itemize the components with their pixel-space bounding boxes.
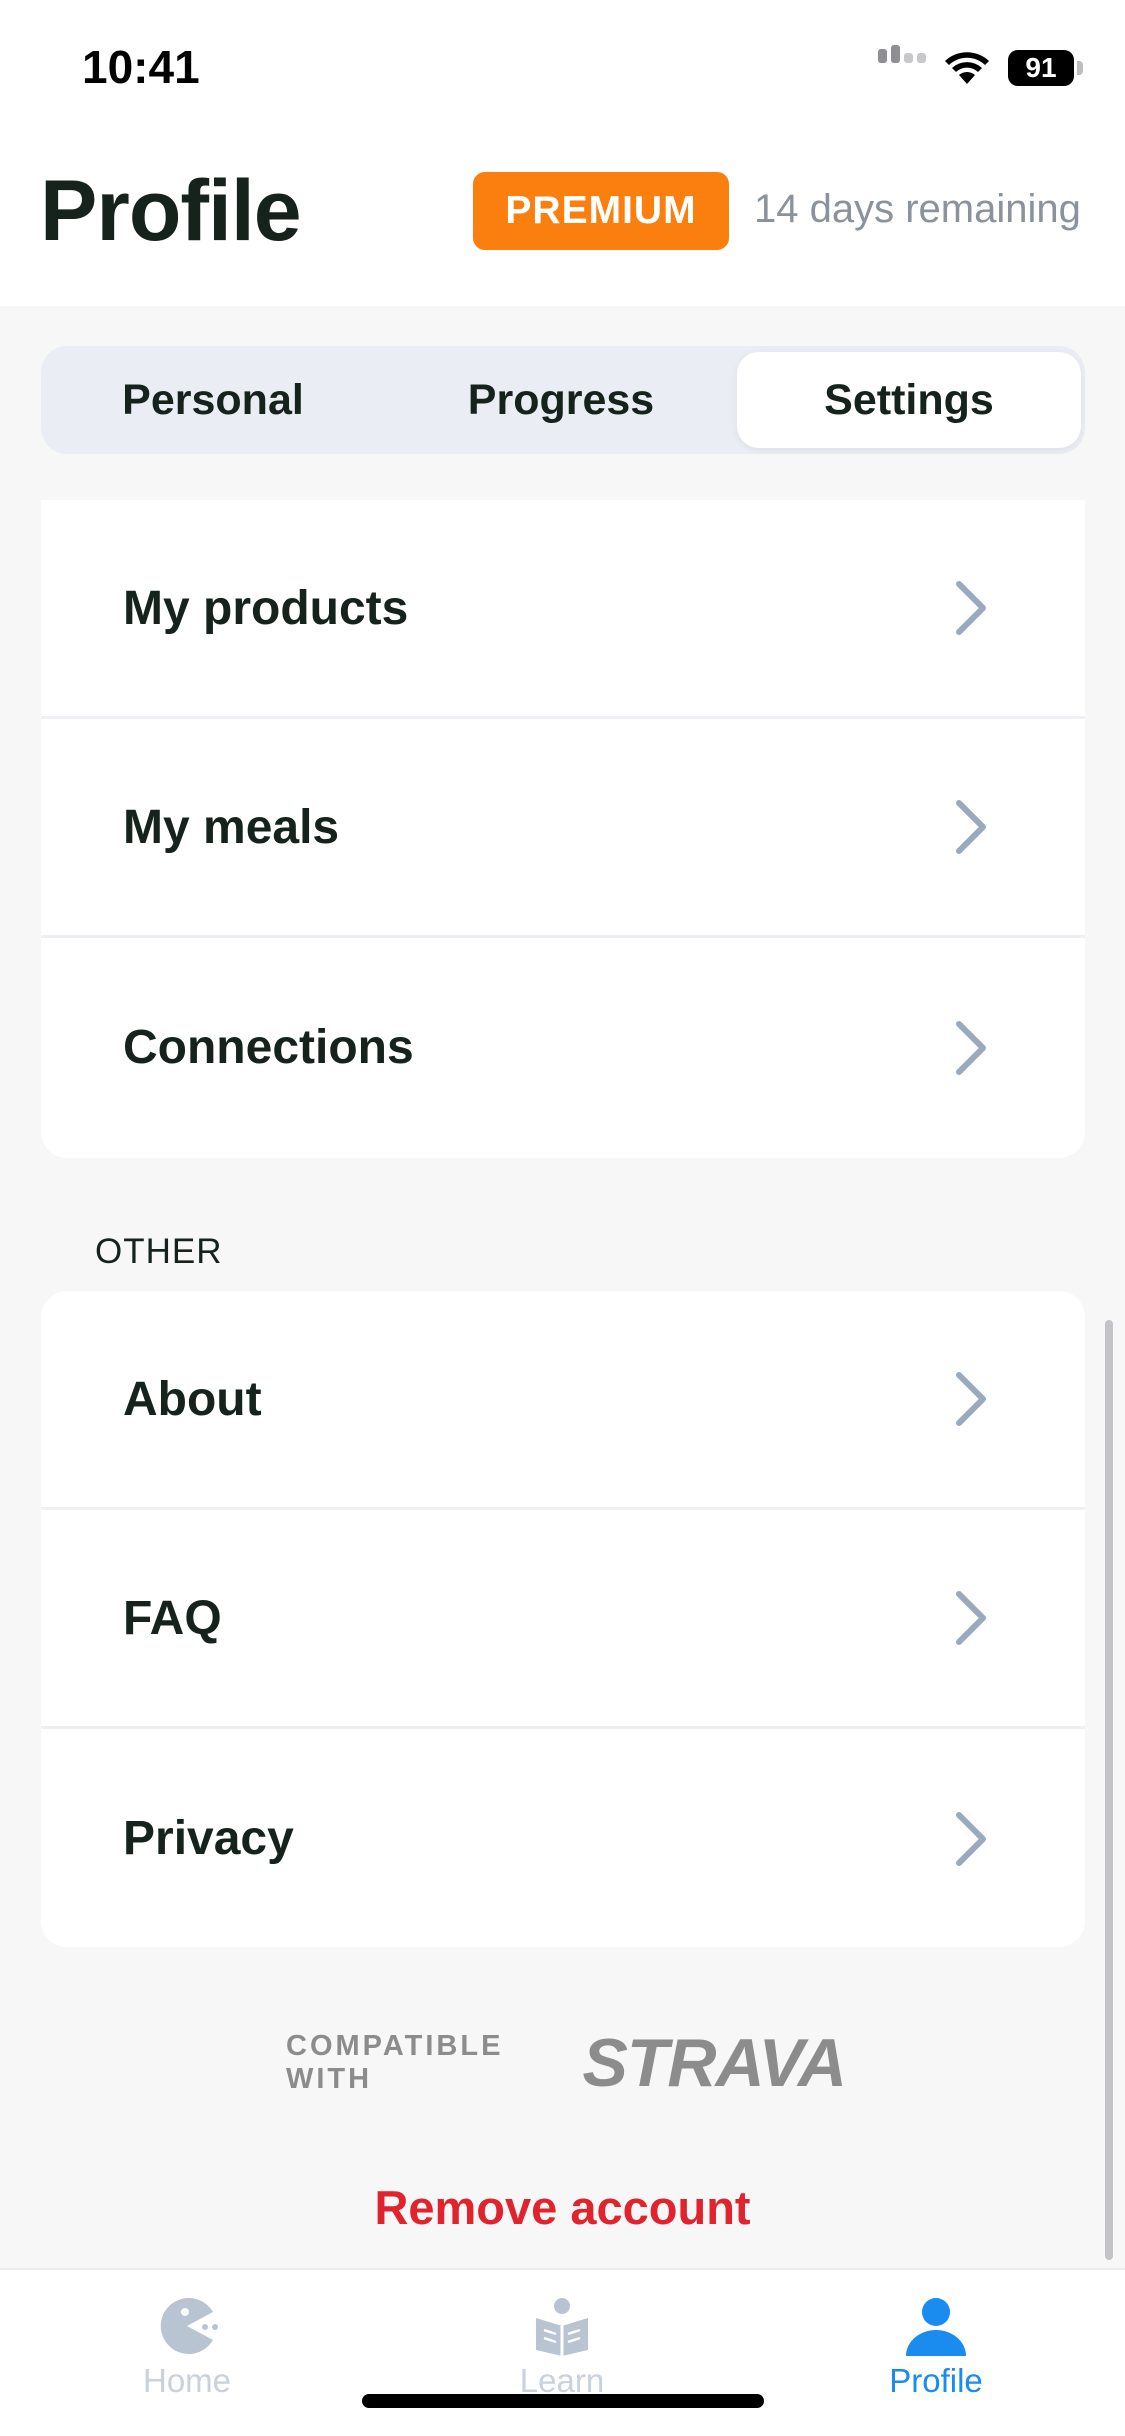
other-row-about[interactable]: About [41,1291,1085,1510]
row-label: Privacy [123,1812,294,1865]
tab-progress[interactable]: Progress [389,352,733,448]
chevron-right-icon [956,1591,986,1645]
battery-icon: 91 [1008,50,1074,86]
settings-row-my-meals[interactable]: My meals [41,719,1085,938]
other-row-privacy[interactable]: Privacy [41,1729,1085,1947]
settings-row-my-products[interactable]: My products [41,500,1085,719]
row-label: My meals [123,800,340,854]
settings-card: My products My meals Connections [41,500,1085,1158]
battery-tip [1077,61,1083,75]
strava-compatibility: COMPATIBLE WITH STRAVA [286,2025,847,2101]
status-bar: 10:41 91 [0,0,1125,140]
nav-profile[interactable]: Profile [806,2294,1066,2400]
trial-days-remaining: 14 days remaining [754,187,1081,231]
row-label: Connections [123,1021,414,1074]
chevron-right-icon [956,1020,986,1075]
compatible-with-label: COMPATIBLE WITH [286,2030,504,2095]
nav-label: Home [142,2362,232,2399]
other-card: About FAQ Privacy [41,1291,1085,1947]
nav-learn[interactable]: Learn [432,2294,692,2400]
home-indicator[interactable] [362,2394,764,2408]
page-title: Profile [40,163,302,259]
home-pacman-icon [160,2298,218,2354]
chevron-right-icon [956,1372,986,1426]
profile-tabs: Personal Progress Settings [41,346,1085,454]
premium-badge[interactable]: PREMIUM [473,172,729,250]
profile-person-icon [906,2298,966,2356]
nav-label: Profile [889,2362,983,2399]
row-label: FAQ [123,1591,222,1645]
wifi-icon [945,52,989,84]
settings-row-connections[interactable]: Connections [41,938,1085,1157]
learn-book-icon [536,2298,588,2356]
tab-settings[interactable]: Settings [737,352,1081,448]
bottom-tab-bar: Home Learn Profile [0,2268,1125,2436]
row-label: My products [123,581,409,635]
section-title-other: OTHER [95,1232,223,1271]
scrollbar[interactable] [1105,1320,1113,2260]
nav-home[interactable]: Home [57,2294,317,2400]
other-row-faq[interactable]: FAQ [41,1510,1085,1729]
remove-account-button[interactable]: Remove account [0,2180,1125,2235]
status-time: 10:41 [82,41,200,93]
strava-logo: STRAVA [582,2025,847,2101]
profile-header: Profile PREMIUM 14 days remaining [0,140,1125,306]
tab-personal[interactable]: Personal [41,352,385,448]
chevron-right-icon [956,1811,986,1866]
row-label: About [123,1372,262,1426]
chevron-right-icon [956,800,986,854]
chevron-right-icon [956,581,986,635]
